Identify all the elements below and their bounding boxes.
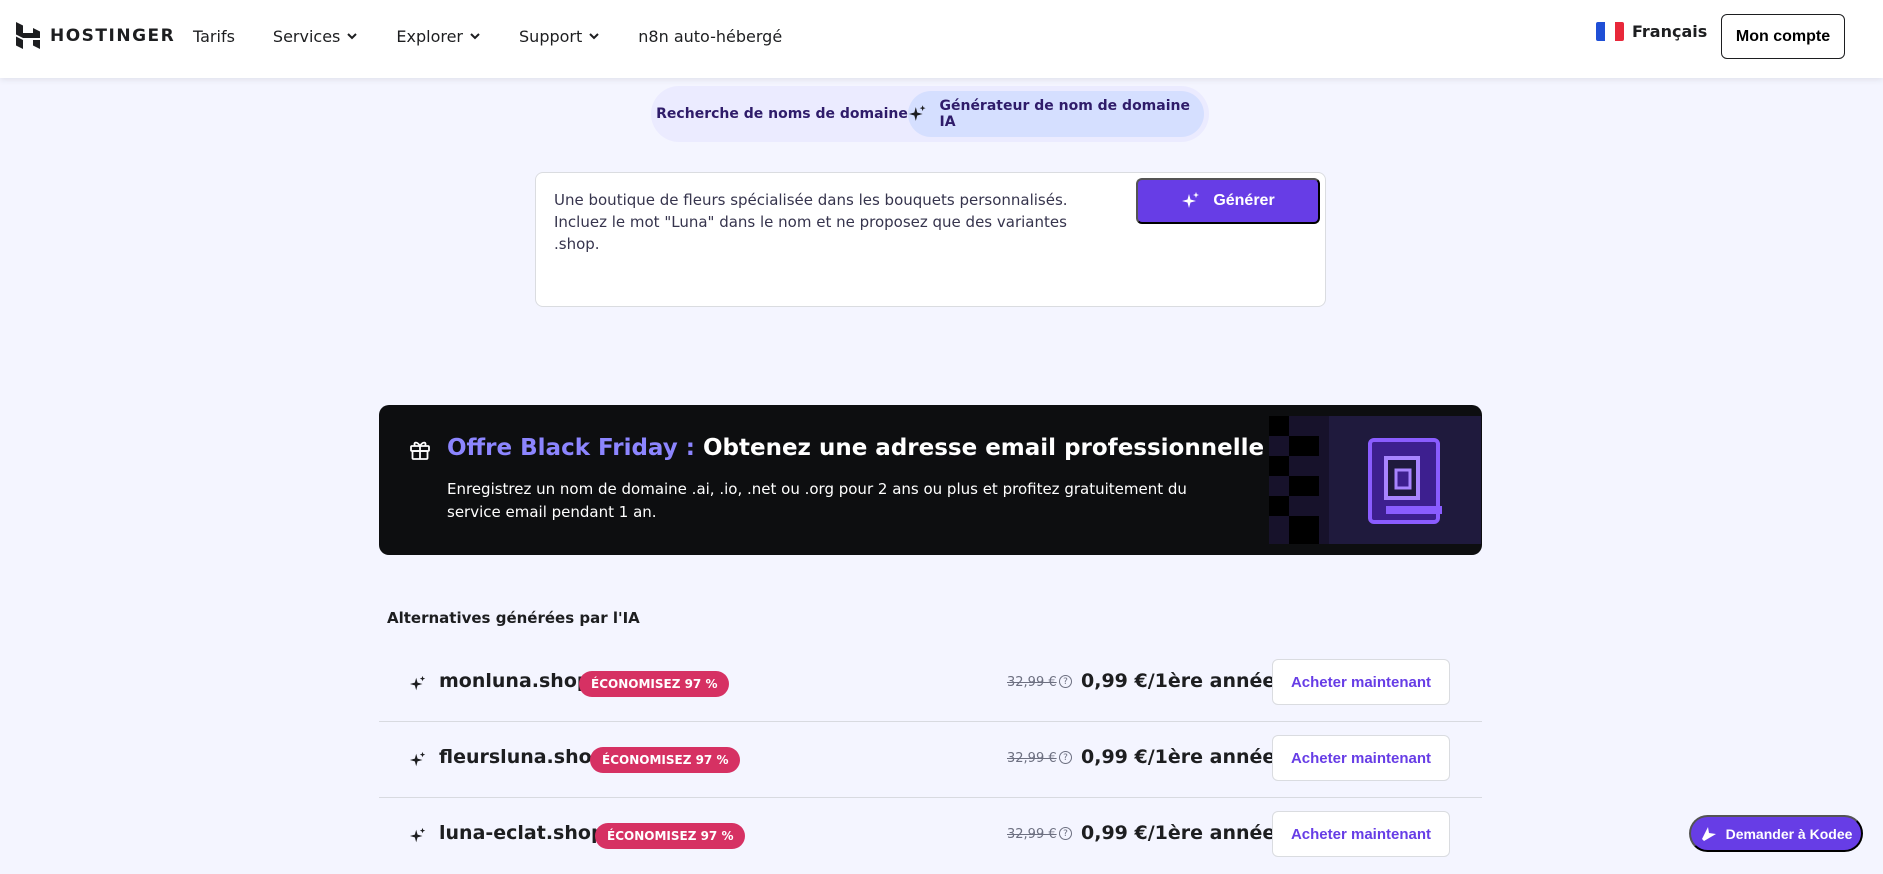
language-label: Français — [1632, 22, 1708, 41]
hostinger-logo[interactable]: HOSTINGER — [16, 22, 175, 49]
domain-name: luna-eclat.shop — [439, 822, 605, 844]
gift-icon — [410, 441, 430, 460]
prompt-text[interactable]: Une boutique de fleurs spécialisée dans … — [554, 189, 1114, 255]
nav-item-n8n[interactable]: n8n auto-hébergé — [638, 27, 782, 46]
price: 0,99 €/1ère année — [1081, 746, 1276, 768]
old-price: 32,99 € — [1007, 827, 1057, 842]
domain-name: monluna.shop — [439, 670, 591, 692]
tab-ai-generator[interactable]: Générateur de nom de domaine IA — [908, 91, 1204, 137]
main-nav: Tarifs Services Explorer Support n8n aut… — [193, 0, 820, 72]
black-friday-banner: Offre Black Friday : Obtenez une adresse… — [379, 405, 1482, 555]
nav-label: Support — [519, 26, 583, 46]
tab-label: Générateur de nom de domaine IA — [939, 98, 1190, 130]
help-icon[interactable]: ? — [1059, 751, 1072, 764]
domain-name: fleursluna.shop — [439, 746, 606, 768]
nav-item-explorer[interactable]: Explorer — [396, 27, 481, 46]
tab-domain-search[interactable]: Recherche de noms de domaine — [656, 91, 908, 137]
nav-item-support[interactable]: Support — [519, 27, 600, 46]
old-price: 32,99 € — [1007, 751, 1057, 766]
discount-badge: ÉCONOMISEZ 97 % — [590, 747, 741, 773]
search-mode-tabs: Recherche de noms de domaine Générateur … — [651, 86, 1209, 142]
sparkles-icon — [908, 105, 926, 121]
email-at-illustration — [1269, 416, 1481, 544]
chevron-down-icon — [589, 33, 599, 40]
discount-badge: ÉCONOMISEZ 97 % — [595, 823, 746, 849]
sparkles-icon — [409, 751, 426, 767]
help-icon[interactable]: ? — [1059, 675, 1072, 688]
help-icon[interactable]: ? — [1059, 827, 1072, 840]
brand-name: HOSTINGER — [50, 25, 176, 46]
buy-now-button[interactable]: Acheter maintenant — [1272, 735, 1450, 781]
sparkles-icon — [409, 675, 426, 691]
nav-item-tarifs[interactable]: Tarifs — [193, 27, 235, 46]
ask-kodee-button[interactable]: Demander à Kodee — [1689, 815, 1863, 852]
promo-title: Offre Black Friday : Obtenez une adresse… — [447, 435, 1377, 461]
nav-label: Tarifs — [193, 26, 235, 46]
generate-button[interactable]: Générer — [1136, 178, 1320, 224]
kodee-label: Demander à Kodee — [1725, 825, 1853, 842]
price: 0,99 €/1ère année — [1081, 822, 1276, 844]
domain-result-row: luna-eclat.shop ÉCONOMISEZ 97 % 32,99 € … — [379, 798, 1482, 874]
hostinger-logo-icon — [16, 22, 40, 49]
top-navigation: HOSTINGER Tarifs Services Explorer Suppo… — [0, 0, 1883, 78]
domain-result-row: fleursluna.shop ÉCONOMISEZ 97 % 32,99 € … — [379, 722, 1482, 798]
language-selector[interactable]: Français — [1596, 22, 1707, 41]
nav-label: Services — [272, 26, 341, 46]
price: 0,99 €/1ère année — [1081, 670, 1276, 692]
chevron-down-icon — [470, 33, 480, 40]
sparkles-icon — [409, 827, 426, 843]
domain-result-row: monluna.shop ÉCONOMISEZ 97 % 32,99 € ? 0… — [379, 646, 1482, 722]
generate-label: Générer — [1213, 192, 1275, 209]
kodee-icon — [1701, 826, 1716, 841]
discount-badge: ÉCONOMISEZ 97 % — [579, 671, 730, 697]
old-price: 32,99 € — [1007, 675, 1057, 690]
account-button[interactable]: Mon compte — [1721, 14, 1845, 59]
france-flag-icon — [1596, 22, 1624, 41]
buy-now-button[interactable]: Acheter maintenant — [1272, 811, 1450, 857]
buy-now-button[interactable]: Acheter maintenant — [1272, 659, 1450, 705]
tab-label: Recherche de noms de domaine — [656, 106, 908, 122]
nav-item-services[interactable]: Services — [273, 27, 358, 46]
at-sign-icon — [1368, 438, 1442, 524]
promo-highlight: Offre Black Friday : — [447, 435, 695, 461]
promo-body: Enregistrez un nom de domaine .ai, .io, … — [447, 480, 1187, 521]
chevron-down-icon — [347, 33, 358, 40]
results-heading: Alternatives générées par l'IA — [387, 609, 640, 627]
nav-label: n8n auto-hébergé — [638, 26, 783, 46]
sparkles-icon — [1182, 192, 1200, 208]
nav-label: Explorer — [396, 26, 464, 46]
ai-prompt-field[interactable]: Une boutique de fleurs spécialisée dans … — [535, 172, 1326, 307]
